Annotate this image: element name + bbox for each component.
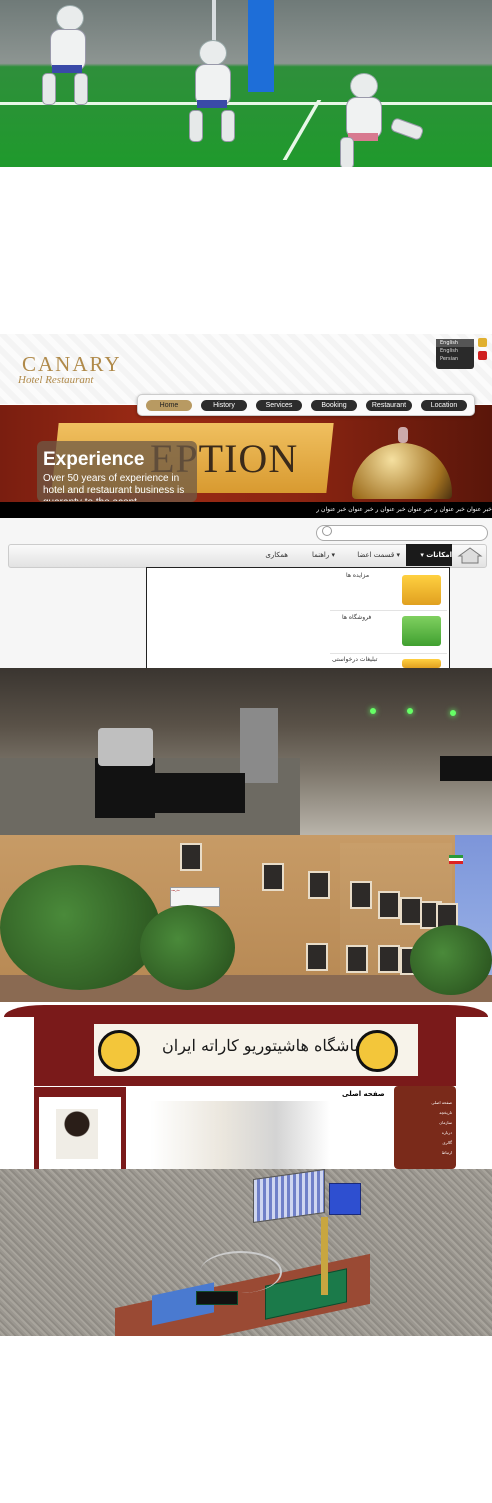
tree xyxy=(0,865,160,990)
language-select[interactable]: English English Persian xyxy=(436,339,474,369)
flag xyxy=(449,855,463,864)
menu-item-members[interactable]: ▾ قسمت اعضا xyxy=(340,544,400,566)
auction-icon[interactable] xyxy=(402,575,441,605)
window xyxy=(378,945,400,973)
lock-icon[interactable] xyxy=(478,338,487,347)
window xyxy=(262,863,284,891)
persian-portal-site: امکانات ▾ ▾ قسمت اعضا ▾ راهنما همکاری مز… xyxy=(0,518,492,668)
module xyxy=(440,756,492,781)
search-icon[interactable] xyxy=(322,526,332,536)
solar-panel xyxy=(253,1169,325,1224)
nav-booking[interactable]: Booking xyxy=(311,400,357,411)
menu-label: قسمت اعضا xyxy=(357,551,395,559)
main-nav: Home History Services Booking Restaurant… xyxy=(137,394,475,416)
dropdown-label[interactable]: فروشگاه ها xyxy=(342,614,371,621)
window xyxy=(308,871,330,899)
mount-pole xyxy=(321,1217,328,1295)
side-menu-item[interactable]: گالری xyxy=(398,1140,452,1145)
master-portrait xyxy=(56,1109,98,1159)
hero-caption-title: Experience xyxy=(43,449,145,470)
ic-socket xyxy=(155,773,245,813)
side-menu-item[interactable]: درباره xyxy=(398,1130,452,1135)
window xyxy=(350,881,372,909)
canary-hotel-site: CANARY Hotel Restaurant English English … xyxy=(0,334,492,518)
window xyxy=(180,843,202,871)
solar-device-photo xyxy=(0,1169,492,1336)
side-menu-item[interactable]: سازمان xyxy=(398,1120,452,1125)
lcd-module xyxy=(196,1291,238,1305)
ads-icon[interactable] xyxy=(402,659,441,668)
robot-soccer-photo xyxy=(0,0,492,167)
status-led xyxy=(450,710,456,716)
nav-home[interactable]: Home xyxy=(146,400,192,411)
window xyxy=(400,897,422,925)
menu-label: امکانات xyxy=(426,551,452,559)
school-building-photo: مدرسه xyxy=(0,835,492,1002)
shop-cart-icon[interactable] xyxy=(402,616,441,646)
menu-item-cooperation[interactable]: همکاری xyxy=(258,544,288,566)
home-icon[interactable] xyxy=(455,545,485,566)
menu-label: همکاری xyxy=(265,551,288,559)
nav-restaurant[interactable]: Restaurant xyxy=(366,400,412,411)
side-menu-item[interactable]: صفحه اصلی xyxy=(398,1100,452,1105)
service-bell xyxy=(352,443,452,499)
side-menu-item[interactable]: تاریخچه xyxy=(398,1110,452,1115)
status-led xyxy=(370,708,376,714)
school-banner: مدرسه xyxy=(170,887,220,907)
voltage-regulator xyxy=(95,758,155,818)
language-option[interactable]: English xyxy=(436,347,474,355)
window xyxy=(306,943,328,971)
window xyxy=(378,891,400,919)
search-input[interactable] xyxy=(316,525,488,541)
window xyxy=(346,945,368,973)
nav-history[interactable]: History xyxy=(201,400,247,411)
language-selected[interactable]: English xyxy=(436,339,474,347)
nav-services[interactable]: Services xyxy=(256,400,302,411)
nav-location[interactable]: Location xyxy=(421,400,467,411)
dropdown-label[interactable]: مزایده ها xyxy=(346,572,369,579)
sensor-cube xyxy=(329,1183,361,1215)
field-line xyxy=(282,100,322,160)
menu-item-help[interactable]: ▾ راهنما xyxy=(295,544,335,566)
side-menu-item[interactable]: ارتباط xyxy=(398,1150,452,1155)
karate-club-site: باشگاه هاشیتوریو کاراته ایران صفحه اصلی … xyxy=(0,1002,492,1169)
stadium-image xyxy=(150,1101,330,1169)
status-led xyxy=(407,708,413,714)
federation-emblem[interactable] xyxy=(356,1030,398,1072)
dropdown-label[interactable]: تبلیغات درخواستی xyxy=(332,656,377,663)
tree xyxy=(410,925,492,995)
hero-caption-text: Over 50 years of experience in hotel and… xyxy=(43,473,185,501)
news-ticker[interactable]: خبر عنوان خبر عنوان ر خبر عنوان خبر عنوا… xyxy=(0,502,492,518)
club-emblem[interactable] xyxy=(98,1030,140,1072)
goal-post xyxy=(248,0,274,92)
ribbon-cable xyxy=(200,1251,282,1293)
heatsink-tab xyxy=(98,728,153,766)
hero-banner: EPTION Experience Over 50 years of exper… xyxy=(0,405,492,502)
bell-knob xyxy=(398,427,408,443)
tree xyxy=(140,905,235,990)
heatsink-tab xyxy=(240,708,278,783)
site-logo-subtitle: Hotel Restaurant xyxy=(18,374,94,386)
menu-item-features[interactable]: امکانات ▾ xyxy=(406,544,452,566)
side-menu xyxy=(394,1086,456,1169)
page-heading: صفحه اصلی xyxy=(342,1090,385,1098)
power-icon[interactable] xyxy=(478,351,487,360)
menu-label: راهنما xyxy=(311,551,330,559)
language-option[interactable]: Persian xyxy=(436,355,474,363)
site-title: باشگاه هاشیتوریو کاراته ایران xyxy=(162,1036,359,1055)
electronics-photo xyxy=(0,668,492,835)
